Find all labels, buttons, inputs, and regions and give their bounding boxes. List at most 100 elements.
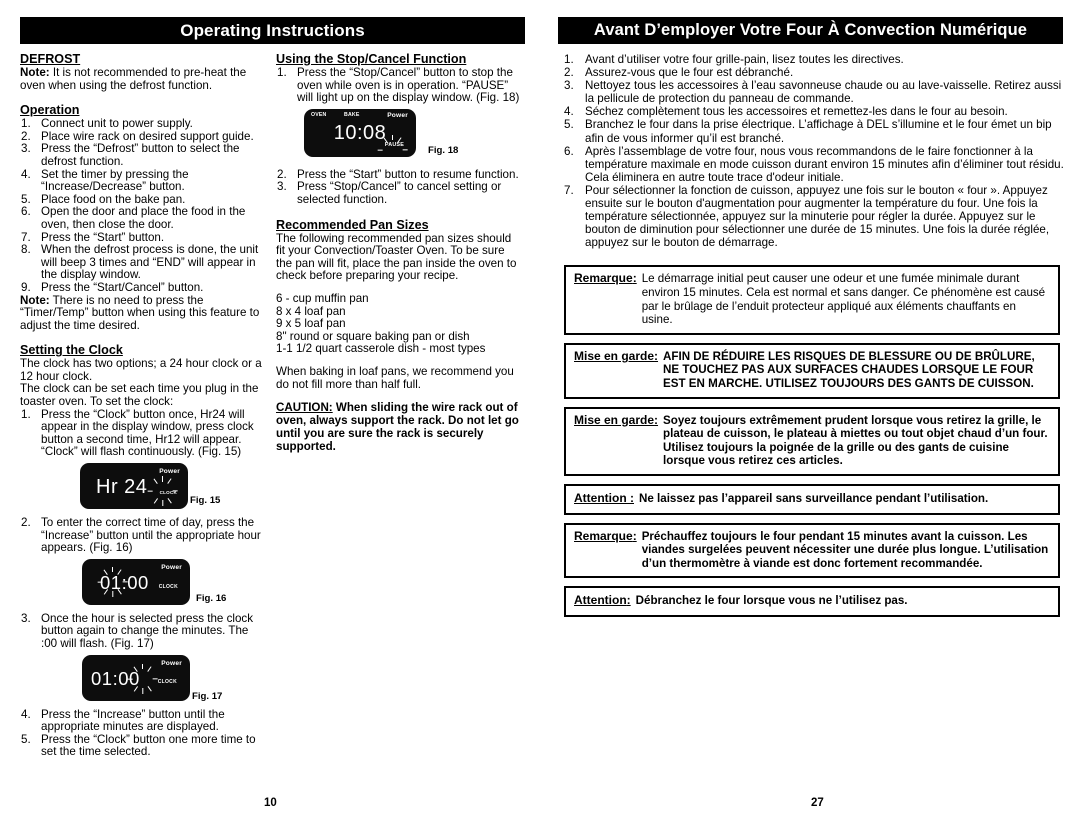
oven-indicator-label: OVEN (311, 111, 327, 118)
led-display-fig17: Power 01:00 CLOCK (82, 654, 190, 701)
list-item: Once the hour is selected press the cloc… (21, 611, 254, 650)
callout-box-mise-en-garde-1: Mise en garde: AFIN DE RÉDUIRE LES RISQU… (564, 342, 1060, 399)
operation-note-text: There is no need to press the “Timer/Tem… (20, 293, 260, 332)
page-number-left: 10 (264, 797, 277, 809)
led-digits-fig18: 10:08 (333, 121, 387, 144)
loaf-pan-note: When baking in loaf pans, we recommend y… (276, 364, 514, 391)
list-item: Press the “Clock” button one more time t… (21, 732, 256, 759)
led-digits-fig15: Hr 24 (96, 476, 148, 499)
clock-indicator-label: CLOCK (157, 678, 177, 685)
list-item: Pour sélectionner la fonction de cuisson… (564, 183, 1050, 250)
callout-lead-text: Remarque (574, 528, 633, 543)
list-item: When the defrost process is done, the un… (21, 243, 259, 282)
led-top-labels-fig15: Power (80, 466, 188, 475)
figure-caption: Fig. 16 (196, 592, 227, 604)
led-top-labels-fig17: Power (82, 658, 190, 667)
list-item: 6 - cup muffin pan (276, 291, 369, 305)
callout-box-remarque-2: Remarque: Préchauffez toujours le four p… (564, 522, 1060, 579)
figure-15: Power Hr 24 CLOCK Fig. 15 (20, 463, 262, 513)
figure-16: Power 01:00 CLOCK Fig. 16 (20, 558, 262, 609)
page-number-right: 27 (811, 797, 824, 809)
figure-17: Power 01:00 CLOCK Fig. 17 (20, 654, 262, 705)
clock-step-list-4: Press the “Increase” button until the ap… (20, 707, 262, 759)
heading-stop-cancel-function: Using the Stop/Cancel Function (276, 52, 467, 66)
callout-lead: Mise en garde: (574, 348, 663, 364)
callout-lead-colon: : (632, 528, 637, 543)
power-indicator-label: Power (161, 659, 182, 667)
defrost-note-text: It is not recommended to pre-heat the ov… (20, 66, 247, 92)
callout-body: Soyez toujours extrêmement prudent lorsq… (663, 413, 1048, 468)
led-top-labels-fig16: Power (82, 562, 190, 571)
callout-lead-colon: : (632, 271, 637, 286)
callout-lead-text: Remarque (574, 271, 633, 286)
clock-step-list-2: To enter the correct time of day, press … (20, 516, 262, 555)
led-display-fig15: Power Hr 24 CLOCK (80, 463, 188, 510)
caution-note: CAUTION: When sliding the wire rack out … (276, 401, 522, 454)
callout-lead-colon: : (654, 348, 659, 363)
callout-lead-colon: : (630, 490, 634, 505)
pause-indicator-label: PAUSE (384, 141, 404, 148)
power-indicator-label: Power (161, 563, 182, 571)
list-item: Press the “Defrost” button to select the… (21, 142, 240, 168)
list-item: To enter the correct time of day, press … (21, 516, 261, 555)
power-indicator-label: Power (159, 468, 180, 476)
english-page-banner: Operating Instructions (20, 17, 525, 44)
callout-lead: Remarque: (574, 528, 642, 544)
figure-caption: Fig. 17 (192, 690, 223, 702)
clock-paragraph-1: The clock has two options; a 24 hour clo… (20, 357, 262, 383)
clock-indicator-label: CLOCK (159, 490, 177, 496)
heading-setting-the-clock: Setting the Clock (20, 343, 123, 358)
callout-lead-text: Mise en garde (574, 412, 655, 427)
clock-paragraph-2: The clock can be set each time you plug … (20, 382, 259, 409)
french-page: Avant D’employer Votre Four À Convection… (558, 0, 1066, 834)
led-display-fig18: OVEN BAKE Power 10:08 PAUSE (304, 108, 416, 165)
list-item: Connect unit to power supply. (21, 117, 193, 131)
operation-step-list: Connect unit to power supply. Place wire… (20, 117, 262, 295)
led-digits-fig17: 01:00 (91, 667, 140, 689)
callout-lead-text: Mise en garde (574, 348, 655, 363)
clock-step-list-1: Press the “Clock” button once, Hr24 will… (20, 408, 262, 459)
operation-note-lead: Note: (20, 293, 50, 307)
list-item: Press the “Stop/Cancel” button to stop t… (277, 66, 520, 105)
heading-recommended-pan-sizes: Recommended Pan Sizes (276, 217, 429, 232)
callout-lead-text: Attention (574, 593, 627, 608)
list-item: Set the timer by pressing the “Increase/… (21, 167, 189, 194)
callout-box-attention-2: Attention: Débranchez le four lorsque vo… (564, 586, 1060, 617)
list-item: Séchez complètement tous les accessoires… (564, 105, 1008, 119)
callout-lead-colon: : (626, 593, 631, 608)
list-item: Avant d’utiliser votre four grille-pain,… (564, 53, 904, 66)
clock-step-list-3: Once the hour is selected press the cloc… (20, 611, 262, 651)
defrost-note: Note: It is not recommended to pre-heat … (20, 66, 262, 92)
list-item: Assurez-vous que le four est débranché. (564, 66, 794, 80)
defrost-note-lead: Note: (20, 66, 50, 79)
pan-sizes-list: 6 - cup muffin pan 8 x 4 loaf pan 9 x 5 … (276, 291, 522, 356)
callout-lead: Attention: (574, 594, 636, 608)
bake-indicator-label: BAKE (344, 111, 360, 118)
list-item: Après l’assemblage de votre four, nous v… (564, 144, 1064, 184)
stopcancel-step-list-2: Press the “Start” button to resume funct… (276, 168, 522, 207)
french-step-list: Avant d’utiliser votre four grille-pain,… (558, 53, 1066, 249)
figure-caption: Fig. 18 (428, 144, 459, 156)
english-page: Operating Instructions DEFROST Note: It … (20, 0, 530, 834)
list-item: Press “Stop/Cancel” to cancel setting or… (277, 180, 502, 206)
power-indicator-label: Power (387, 111, 408, 119)
callout-lead-text: Attention (574, 490, 630, 505)
figure-caption: Fig. 15 (190, 495, 221, 507)
caution-lead: CAUTION: (276, 401, 333, 415)
stopcancel-step-list-1: Press the “Stop/Cancel” button to stop t… (276, 66, 522, 105)
callout-box-attention-1: Attention : Ne laissez pas l’appareil sa… (564, 483, 1060, 515)
list-item: 9 x 5 loaf pan (276, 317, 346, 331)
english-column-1: DEFROST Note: It is not recommended to p… (20, 52, 270, 759)
led-top-labels-fig18: OVEN BAKE Power (304, 112, 416, 121)
callout-body: Préchauffez toujours le four pendant 15 … (641, 529, 1049, 570)
list-item: Press the “Increase” button until the ap… (21, 707, 225, 734)
callout-lead: Attention : (574, 490, 639, 506)
heading-operation: Operation (20, 103, 80, 118)
led-digits-fig16: 01:00 (100, 571, 149, 593)
callout-box-remarque-1: Remarque: Le démarrage initial peut caus… (564, 265, 1060, 335)
document-page: Operating Instructions DEFROST Note: It … (0, 0, 1080, 834)
list-item: Press the “Start/Cancel” button. (21, 280, 204, 294)
operation-note: Note: There is no need to press the “Tim… (20, 293, 262, 333)
callout-lead: Mise en garde: (574, 412, 663, 428)
callout-lead-colon: : (654, 412, 659, 427)
